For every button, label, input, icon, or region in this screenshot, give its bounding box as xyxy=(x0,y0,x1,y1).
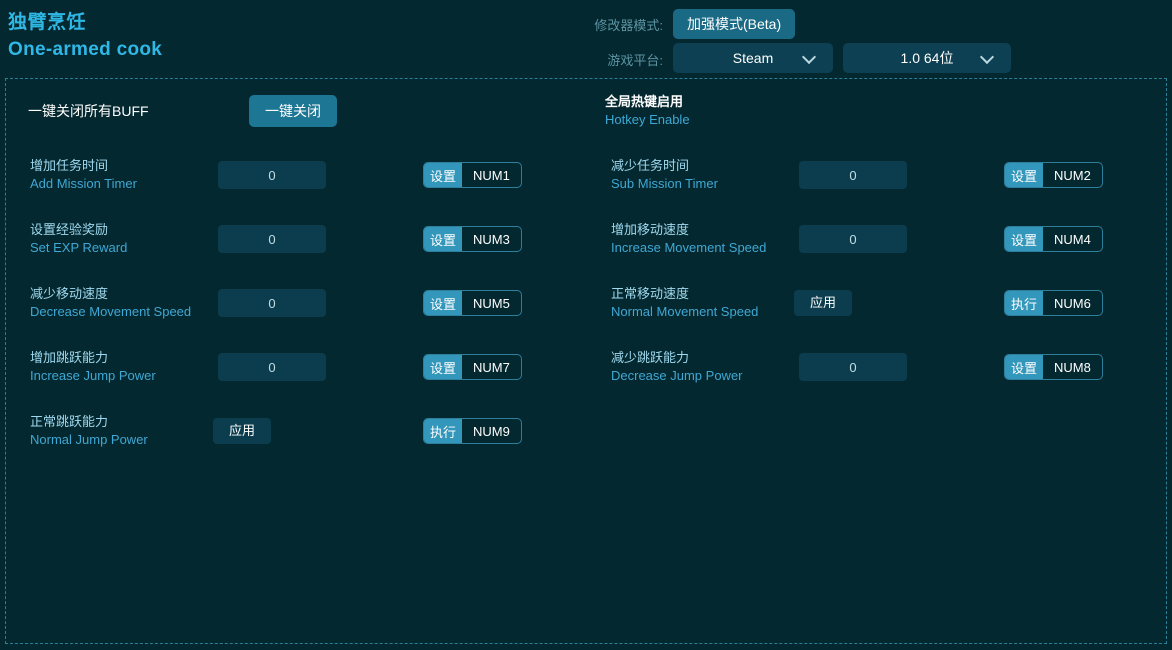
hotkey-action-label: 设置 xyxy=(424,227,463,251)
app-title-cn: 独臂烹饪 xyxy=(8,12,87,33)
cheat-label-en: Normal Jump Power xyxy=(30,432,148,447)
cheat-value-input[interactable] xyxy=(218,353,326,381)
modifier-mode-row: 修改器模式: 加强模式(Beta) xyxy=(580,8,796,40)
cheat-panel: 一键关闭所有BUFF 一键关闭 全局热键启用 Hotkey Enable 增加任… xyxy=(5,78,1167,644)
hotkey-key-label: NUM1 xyxy=(473,167,510,183)
cheat-labels: 减少移动速度 Decrease Movement Speed xyxy=(30,285,191,321)
cheat-value-input[interactable] xyxy=(799,353,907,381)
cheat-hotkey-button[interactable]: 设置 NUM5 xyxy=(423,290,522,316)
cheat-value-input[interactable] xyxy=(799,225,907,253)
cheat-row: 减少移动速度 Decrease Movement Speed 设置 NUM5 xyxy=(6,271,587,335)
cheat-hotkey-button[interactable]: 设置 NUM4 xyxy=(1004,226,1103,252)
hotkey-key-label: NUM8 xyxy=(1054,359,1091,375)
cheat-row: 增加任务时间 Add Mission Timer 设置 NUM1 xyxy=(6,143,587,207)
game-platform-label: 游戏平台: xyxy=(607,52,663,68)
hotkey-key-label: NUM6 xyxy=(1054,295,1091,311)
hotkey-action-label: 设置 xyxy=(424,355,463,379)
cheat-labels: 增加跳跃能力 Increase Jump Power xyxy=(30,349,156,385)
hotkey-action-label: 设置 xyxy=(1005,163,1044,187)
hotkey-action-label: 执行 xyxy=(424,419,463,443)
cheat-label-en: Decrease Movement Speed xyxy=(30,304,192,319)
cheat-label-cn: 减少移动速度 xyxy=(30,286,109,301)
header-controls: 修改器模式: 加强模式(Beta) 游戏平台: Steam 1.0 64位 xyxy=(580,0,1172,78)
hotkey-key-label: NUM9 xyxy=(473,423,510,439)
modifier-mode-label: 修改器模式: xyxy=(594,17,663,33)
cheat-labels: 减少任务时间 Sub Mission Timer xyxy=(611,157,718,193)
hotkey-action-label: 设置 xyxy=(424,291,463,315)
app-header: 独臂烹饪 One-armed cook 修改器模式: 加强模式(Beta) 游戏… xyxy=(0,0,1172,78)
cheat-hotkey-button[interactable]: 执行 NUM9 xyxy=(423,418,522,444)
platform-select[interactable]: Steam xyxy=(673,43,833,73)
cheat-label-en: Add Mission Timer xyxy=(30,176,137,191)
cheat-apply-button[interactable]: 应用 xyxy=(213,418,272,444)
hotkey-action-label: 设置 xyxy=(424,163,463,187)
hotkey-key-label: NUM2 xyxy=(1054,167,1091,183)
cheat-hotkey-button[interactable]: 设置 NUM7 xyxy=(423,354,522,380)
cheat-value-input[interactable] xyxy=(218,289,326,317)
chevron-down-icon xyxy=(804,52,815,63)
hotkey-key-label: NUM7 xyxy=(473,359,510,375)
cheat-label-cn: 减少跳跃能力 xyxy=(611,350,690,365)
hotkey-action-label: 执行 xyxy=(1005,291,1044,315)
platform-select-value: Steam xyxy=(732,50,774,66)
cheat-hotkey-button[interactable]: 设置 NUM8 xyxy=(1004,354,1103,380)
cheat-grid: 增加任务时间 Add Mission Timer 设置 NUM1 减少任务时间 Sub M… xyxy=(6,79,1168,645)
cheat-hotkey-button[interactable]: 执行 NUM6 xyxy=(1004,290,1103,316)
cheat-label-cn: 减少任务时间 xyxy=(611,158,690,173)
cheat-row: 设置经验奖励 Set EXP Reward 设置 NUM3 xyxy=(6,207,587,271)
cheat-label-en: Increase Movement Speed xyxy=(611,240,767,255)
cheat-row: 正常移动速度 Normal Movement Speed 应用 执行 NUM6 xyxy=(587,271,1168,335)
hotkey-action-label: 设置 xyxy=(1005,227,1044,251)
cheat-hotkey-button[interactable]: 设置 NUM2 xyxy=(1004,162,1103,188)
cheat-labels: 正常移动速度 Normal Movement Speed xyxy=(611,285,758,321)
cheat-label-cn: 正常移动速度 xyxy=(611,286,690,301)
cheat-value-input[interactable] xyxy=(799,161,907,189)
cheat-label-en: Sub Mission Timer xyxy=(611,176,718,191)
cheat-row: 增加移动速度 Increase Movement Speed 设置 NUM4 xyxy=(587,207,1168,271)
hotkey-action-label: 设置 xyxy=(1005,355,1044,379)
hotkey-key-label: NUM5 xyxy=(473,295,510,311)
cheat-labels: 增加任务时间 Add Mission Timer xyxy=(30,157,137,193)
version-select[interactable]: 1.0 64位 xyxy=(843,43,1011,73)
cheat-label-en: Normal Movement Speed xyxy=(611,304,759,319)
cheat-value-input[interactable] xyxy=(218,161,326,189)
chevron-down-icon xyxy=(982,52,993,63)
cheat-hotkey-button[interactable]: 设置 NUM3 xyxy=(423,226,522,252)
cheat-labels: 设置经验奖励 Set EXP Reward xyxy=(30,221,127,257)
game-platform-row: 游戏平台: Steam 1.0 64位 xyxy=(580,43,1011,75)
cheat-label-cn: 增加移动速度 xyxy=(611,222,690,237)
title-block: 独臂烹饪 One-armed cook xyxy=(8,10,162,64)
cheat-row: 减少跳跃能力 Decrease Jump Power 设置 NUM8 xyxy=(587,335,1168,399)
cheat-label-cn: 正常跳跃能力 xyxy=(30,414,109,429)
cheat-row: 正常跳跃能力 Normal Jump Power 应用 执行 NUM9 xyxy=(6,399,587,463)
cheat-row: 增加跳跃能力 Increase Jump Power 设置 NUM7 xyxy=(6,335,587,399)
cheat-label-cn: 设置经验奖励 xyxy=(30,222,109,237)
cheat-label-en: Increase Jump Power xyxy=(30,368,156,383)
cheat-apply-button[interactable]: 应用 xyxy=(794,290,853,316)
cheat-label-cn: 增加任务时间 xyxy=(30,158,109,173)
app-title-en: One-armed cook xyxy=(8,39,163,60)
cheat-label-en: Set EXP Reward xyxy=(30,240,128,255)
cheat-label-cn: 增加跳跃能力 xyxy=(30,350,109,365)
hotkey-key-label: NUM4 xyxy=(1054,231,1091,247)
cheat-labels: 减少跳跃能力 Decrease Jump Power xyxy=(611,349,743,385)
hotkey-key-label: NUM3 xyxy=(473,231,510,247)
cheat-hotkey-button[interactable]: 设置 NUM1 xyxy=(423,162,522,188)
cheat-row: 减少任务时间 Sub Mission Timer 设置 NUM2 xyxy=(587,143,1168,207)
cheat-labels: 正常跳跃能力 Normal Jump Power xyxy=(30,413,148,449)
version-select-value: 1.0 64位 xyxy=(900,50,954,66)
cheat-labels: 增加移动速度 Increase Movement Speed xyxy=(611,221,766,257)
cheat-label-en: Decrease Jump Power xyxy=(611,368,743,383)
cheat-value-input[interactable] xyxy=(218,225,326,253)
modifier-mode-button[interactable]: 加强模式(Beta) xyxy=(673,9,796,39)
